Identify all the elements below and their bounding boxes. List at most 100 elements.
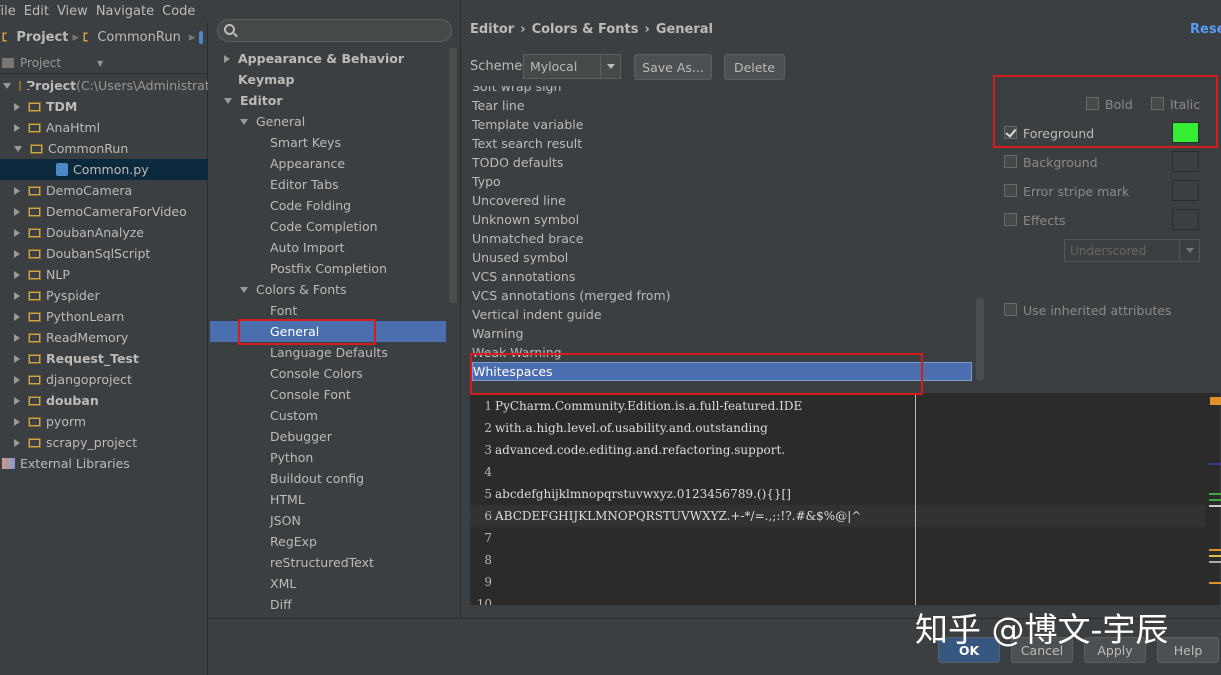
expand-down-icon[interactable] xyxy=(240,286,248,293)
error-stripe-mark[interactable] xyxy=(1209,582,1221,584)
project-tree-item[interactable]: PythonLearn xyxy=(0,306,208,327)
settings-tree-item[interactable]: Buildout config xyxy=(210,468,446,489)
attribute-item[interactable]: Text search result xyxy=(472,134,972,153)
settings-tree-item[interactable]: Appearance xyxy=(210,153,446,174)
error-stripe-mark[interactable] xyxy=(1209,555,1221,557)
effects-checkbox[interactable] xyxy=(1004,213,1017,226)
settings-tree-item[interactable]: XML xyxy=(210,573,446,594)
settings-search-input[interactable] xyxy=(217,19,452,42)
project-tree-item[interactable]: djangoproject xyxy=(0,369,208,390)
expand-right-icon[interactable] xyxy=(14,102,20,111)
settings-tree-item[interactable]: Colors & Fonts xyxy=(210,279,446,300)
project-view-header[interactable]: Project ▾ xyxy=(0,52,208,74)
settings-tree-scrollbar[interactable] xyxy=(449,48,457,303)
expand-right-icon[interactable] xyxy=(14,228,20,237)
error-stripe-mark[interactable] xyxy=(1209,499,1221,501)
expand-right-icon[interactable] xyxy=(14,375,20,384)
settings-tree-item[interactable]: Postfix Completion xyxy=(210,258,446,279)
settings-tree-item[interactable]: Editor Tabs xyxy=(210,174,446,195)
settings-tree-item[interactable]: Appearance & Behavior xyxy=(210,48,446,69)
settings-tree-item[interactable]: Font xyxy=(210,300,446,321)
italic-checkbox[interactable] xyxy=(1151,97,1164,110)
settings-tree-item[interactable]: Debugger xyxy=(210,426,446,447)
attribute-item[interactable]: Typo xyxy=(472,172,972,191)
attribute-item[interactable]: Unused symbol xyxy=(472,248,972,267)
settings-tree-item[interactable]: HTML xyxy=(210,489,446,510)
foreground-color-swatch[interactable] xyxy=(1172,122,1199,143)
project-tree-item[interactable]: pyorm xyxy=(0,411,208,432)
reset-link[interactable]: Reset xyxy=(1190,22,1221,37)
chevron-down-icon[interactable] xyxy=(600,55,620,78)
settings-tree-item[interactable]: Console Colors xyxy=(210,363,446,384)
settings-tree-item[interactable]: Editor xyxy=(210,90,446,111)
expand-down-icon[interactable] xyxy=(3,82,11,89)
settings-tree-item[interactable]: General xyxy=(210,111,446,132)
expand-right-icon[interactable] xyxy=(14,396,20,405)
settings-tree-item[interactable]: reStructuredText xyxy=(210,552,446,573)
attribute-item[interactable]: Uncovered line xyxy=(472,191,972,210)
attribute-item[interactable]: TODO defaults xyxy=(472,153,972,172)
settings-tree-item[interactable]: Language Defaults xyxy=(210,342,446,363)
settings-tree-item[interactable]: JSON xyxy=(210,510,446,531)
nav-commonrun[interactable]: CommonRun xyxy=(97,30,180,45)
attribute-item[interactable]: VCS annotations (merged from) xyxy=(472,286,972,305)
project-tree-item[interactable]: NLP xyxy=(0,264,208,285)
attribute-item[interactable]: Tear line xyxy=(472,96,972,115)
attribute-item[interactable]: Template variable xyxy=(472,115,972,134)
expand-down-icon[interactable] xyxy=(240,118,248,125)
attribute-item[interactable]: Vertical indent guide xyxy=(472,305,972,324)
panel-divider[interactable] xyxy=(460,0,461,620)
project-tree-item[interactable]: TDM xyxy=(0,96,208,117)
attribute-item[interactable]: Weak Warning xyxy=(472,343,972,362)
menu-navigate[interactable]: Navigate xyxy=(96,4,154,19)
menu-code[interactable]: Code xyxy=(162,4,195,19)
settings-tree-item[interactable]: General xyxy=(210,321,446,342)
project-tree-item[interactable]: Common.py xyxy=(0,159,208,180)
save-as-button[interactable]: Save As... xyxy=(634,54,712,80)
attribute-list-scrollbar[interactable] xyxy=(976,298,984,380)
effects-color-swatch[interactable] xyxy=(1172,209,1199,230)
error-stripe-mark[interactable] xyxy=(1209,505,1221,507)
dropdown-arrow-icon[interactable]: ▾ xyxy=(97,56,103,70)
expand-right-icon[interactable] xyxy=(14,333,20,342)
expand-right-icon[interactable] xyxy=(14,291,20,300)
settings-tree-item[interactable]: RegExp xyxy=(210,531,446,552)
project-tree-item[interactable]: AnaHtml xyxy=(0,117,208,138)
attribute-item[interactable]: VCS annotations xyxy=(472,267,972,286)
attribute-item[interactable]: Warning xyxy=(472,324,972,343)
expand-right-icon[interactable] xyxy=(14,312,20,321)
settings-tree-item[interactable]: Code Completion xyxy=(210,216,446,237)
nav-project[interactable]: Project xyxy=(16,30,68,45)
project-tree-item[interactable]: Pyspider xyxy=(0,285,208,306)
attribute-item[interactable]: Soft wrap sign xyxy=(472,86,972,96)
code-preview[interactable]: 1 PyCharm.Community.Edition.is.a.full-fea… xyxy=(470,393,1220,605)
expand-right-icon[interactable] xyxy=(14,438,20,447)
expand-right-icon[interactable] xyxy=(14,417,20,426)
error-stripe-mark[interactable] xyxy=(1210,397,1221,405)
project-tree-item[interactable]: CommonRun xyxy=(0,138,208,159)
error-stripe-mark[interactable] xyxy=(1209,561,1221,563)
attribute-item[interactable]: Whitespaces xyxy=(472,362,972,381)
error-stripe-checkbox[interactable] xyxy=(1004,184,1017,197)
expand-right-icon[interactable] xyxy=(224,54,230,63)
background-checkbox[interactable] xyxy=(1004,155,1017,168)
project-tree-item[interactable]: DoubanSqlScript xyxy=(0,243,208,264)
settings-tree-item[interactable]: Console Font xyxy=(210,384,446,405)
project-tree-item[interactable]: DemoCamera xyxy=(0,180,208,201)
attribute-item[interactable]: Unknown symbol xyxy=(472,210,972,229)
expand-right-icon[interactable] xyxy=(14,270,20,279)
settings-tree-item[interactable]: Custom xyxy=(210,405,446,426)
menu-edit[interactable]: Edit xyxy=(24,4,49,19)
settings-tree-item[interactable]: Diff xyxy=(210,594,446,615)
error-stripe-color-swatch[interactable] xyxy=(1172,180,1199,201)
error-stripe-mark[interactable] xyxy=(1209,493,1221,495)
attribute-item[interactable]: Unmatched brace xyxy=(472,229,972,248)
settings-tree-item[interactable]: Python xyxy=(210,447,446,468)
menu-view[interactable]: View xyxy=(57,4,88,19)
settings-tree-item[interactable]: Keymap xyxy=(210,69,446,90)
error-stripe-mark[interactable] xyxy=(1209,549,1221,551)
project-tree-item[interactable]: DemoCameraForVideo xyxy=(0,201,208,222)
effect-type-select[interactable]: Underscored xyxy=(1064,239,1200,262)
settings-tree-item[interactable]: Smart Keys xyxy=(210,132,446,153)
project-tree-item[interactable]: External Libraries xyxy=(0,453,208,474)
